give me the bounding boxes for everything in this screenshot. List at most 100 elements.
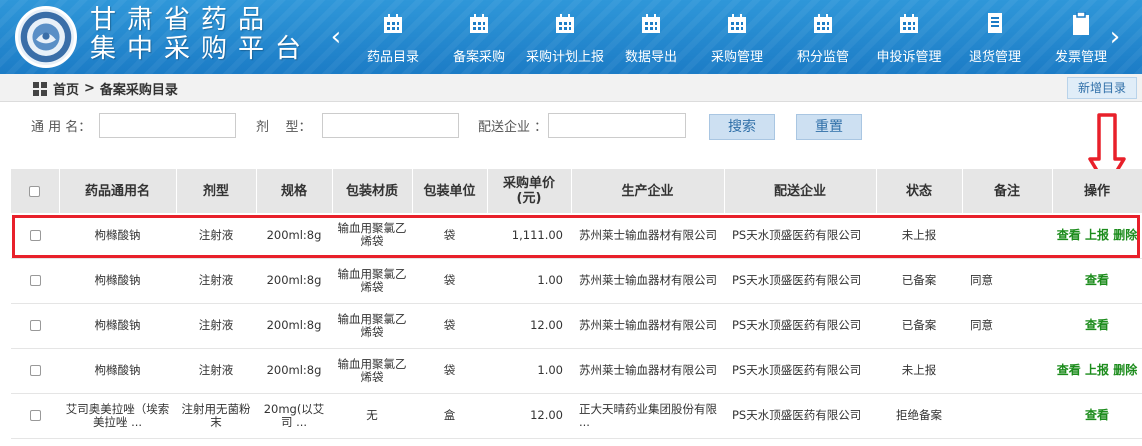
row-checkbox[interactable]: [11, 393, 59, 439]
spec-cell: 200ml:8g: [256, 348, 332, 394]
calendar-icon: [726, 12, 748, 36]
packaging-material-cell: 输血用聚氯乙烯袋: [332, 303, 412, 349]
row-select-checkbox[interactable]: [29, 410, 41, 421]
dosage-form-cell: 注射用无菌粉末: [176, 393, 256, 439]
actions-cell: 查看: [1052, 303, 1142, 349]
nav-item-label: 备案采购: [452, 50, 505, 65]
nav-item-label: 发票管理: [1054, 50, 1107, 65]
breadcrumb-home[interactable]: 首页: [53, 79, 79, 98]
view-link[interactable]: 查看: [1057, 363, 1081, 377]
nav-item-0[interactable]: 药品目录: [350, 0, 436, 74]
manufacturer-cell: 苏州莱士输血器材有限公司: [571, 213, 724, 259]
select-all-checkbox[interactable]: [29, 185, 41, 197]
table-row: 枸橼酸钠 注射液 200ml:8g 输血用聚氯乙烯袋袋 1,111.00 苏州莱士输血器材…: [11, 213, 1142, 259]
dosage-form-cell: 注射液: [176, 348, 256, 394]
unit-price-cell: 12.00: [487, 303, 571, 349]
spec-cell: 20mg(以艾司 ...: [256, 393, 332, 439]
breadcrumb-current: 备案采购目录: [99, 83, 178, 98]
search-panel: 通 用 名： 剂 型： 配送企业 ： 搜索 重置: [0, 104, 1142, 150]
packaging-material-cell: 无: [332, 393, 412, 439]
nav-prev-arrow-icon[interactable]: ‹: [327, 22, 345, 52]
nav-item-6[interactable]: 申投诉管理: [866, 0, 952, 74]
status-cell: 拒绝备案: [876, 393, 962, 439]
generic-name-input[interactable]: [99, 113, 236, 138]
calendar-icon: [812, 12, 834, 36]
nav-item-4[interactable]: 采购管理: [694, 0, 780, 74]
nav-next-arrow-icon[interactable]: ›: [1106, 22, 1124, 52]
emblem-logo: [15, 6, 77, 68]
package-unit-cell: 盒: [412, 393, 487, 439]
row-checkbox[interactable]: [11, 303, 59, 349]
unit-price-cell: 1.00: [487, 258, 571, 304]
dosage-form-cell: 注射液: [176, 258, 256, 304]
row-select-checkbox[interactable]: [29, 275, 41, 286]
nav-item-label: 积分监管: [796, 50, 849, 65]
calendar-icon: [382, 12, 404, 36]
table-row: 枸橼酸钠 注射液 200ml:8g 输血用聚氯乙烯袋袋 12.00 苏州莱士输血器材有限公…: [11, 303, 1142, 349]
packaging-material-cell: 输血用聚氯乙烯袋: [332, 258, 412, 304]
spec-cell: 200ml:8g: [256, 258, 332, 304]
spec-cell: 200ml:8g: [256, 213, 332, 259]
nav-item-3[interactable]: 数据导出: [608, 0, 694, 74]
distributor-cell: PS天水顶盛医药有限公司: [724, 258, 876, 304]
package-unit-cell: 袋: [412, 258, 487, 304]
spec-cell: 200ml:8g: [256, 303, 332, 349]
grid-icon: [33, 81, 47, 96]
distributor-cell: PS天水顶盛医药有限公司: [724, 213, 876, 259]
col-header-distributor: 配送企业: [724, 169, 877, 213]
search-button[interactable]: 搜索: [709, 114, 775, 140]
row-select-checkbox[interactable]: [29, 320, 41, 331]
remark-cell: 同意: [962, 303, 1052, 349]
nav-item-label: 药品目录: [366, 50, 419, 65]
submit-link[interactable]: 上报: [1085, 228, 1109, 242]
dosage-form-cell: 注射液: [176, 303, 256, 349]
view-link[interactable]: 查看: [1085, 273, 1109, 287]
remark-cell: 同意: [962, 258, 1052, 304]
nav-item-7[interactable]: 退货管理: [952, 0, 1038, 74]
col-header-select-all[interactable]: [11, 169, 60, 213]
row-checkbox[interactable]: [11, 213, 59, 259]
add-catalog-button[interactable]: 新增目录: [1066, 77, 1137, 99]
table-header: 药品通用名 剂型 规格 包装材质 包装单位 采购单价 (元) 生产企业 配送企业 状态 备注 操作: [11, 169, 1142, 213]
distributor-input[interactable]: [548, 113, 686, 138]
col-header-dosage-form: 剂型: [176, 169, 257, 213]
row-select-checkbox[interactable]: [29, 229, 41, 241]
package-unit-cell: 袋: [412, 213, 487, 259]
unit-price-cell: 12.00: [487, 393, 571, 439]
dosage-form-input[interactable]: [322, 113, 459, 138]
view-link[interactable]: 查看: [1085, 318, 1109, 332]
nav-item-2[interactable]: 采购计划上报: [522, 0, 608, 74]
row-checkbox[interactable]: [11, 348, 59, 394]
status-cell: 未上报: [876, 213, 962, 259]
nav-item-1[interactable]: 备案采购: [436, 0, 522, 74]
submit-link[interactable]: 上报: [1085, 363, 1109, 377]
calendar-icon: [898, 12, 920, 36]
row-select-checkbox[interactable]: [29, 365, 41, 376]
status-cell: 未上报: [876, 348, 962, 394]
document-icon: [985, 12, 1005, 36]
row-actions: 查看: [1055, 409, 1139, 422]
drug-name-cell: 枸橼酸钠: [59, 258, 176, 304]
packaging-material-cell: 输血用聚氯乙烯袋: [332, 348, 412, 394]
delete-link[interactable]: 删除: [1113, 228, 1137, 242]
row-actions: 查看 上报 删除: [1055, 364, 1139, 377]
delete-link[interactable]: 删除: [1113, 363, 1137, 377]
view-link[interactable]: 查看: [1085, 408, 1109, 422]
col-header-manufacturer: 生产企业: [571, 169, 725, 213]
manufacturer-cell: 苏州莱士输血器材有限公司: [571, 348, 724, 394]
status-cell: 已备案: [876, 303, 962, 349]
reset-button[interactable]: 重置: [796, 114, 862, 140]
row-actions: 查看 上报 删除: [1055, 228, 1139, 242]
nav-item-label: 申投诉管理: [876, 50, 942, 65]
nav-item-label: 采购管理: [710, 50, 763, 65]
remark-cell: [962, 348, 1052, 394]
row-checkbox[interactable]: [11, 258, 59, 304]
view-link[interactable]: 查看: [1057, 228, 1081, 242]
platform-title-line2: 集中采购平台: [90, 34, 313, 64]
nav-item-5[interactable]: 积分监管: [780, 0, 866, 74]
platform-title-line1: 甘肃省药品: [90, 5, 276, 35]
col-header-packaging-material: 包装材质: [332, 169, 413, 213]
table-row: 艾司奥美拉唑（埃索美拉唑 ... 注射用无菌粉末 20mg(以艾司 ... 无盒 12.…: [11, 393, 1142, 439]
remark-cell: [962, 393, 1052, 439]
unit-price-cell: 1,111.00: [487, 213, 571, 259]
